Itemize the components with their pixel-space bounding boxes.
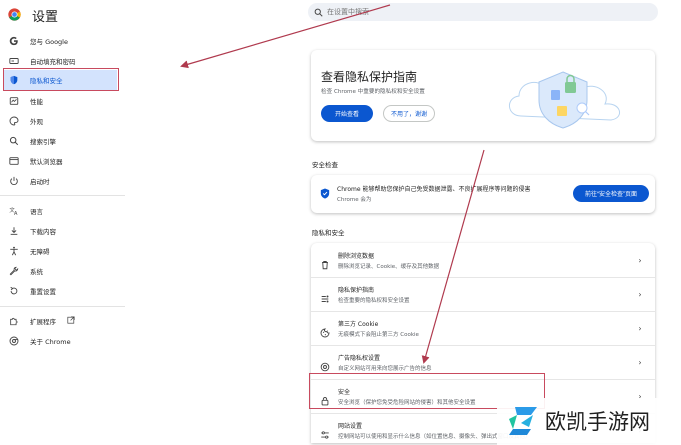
- search-icon: [314, 8, 323, 17]
- safety-shield-icon: [320, 188, 330, 199]
- safety-check-description: Chrome 能够帮助您保护自己免受数据泄露、不良扩展程序等问题的侵害: [337, 186, 531, 193]
- google-icon: [9, 36, 19, 46]
- sidebar-divider: [0, 306, 125, 307]
- privacy-nav-highlight-box: [3, 68, 119, 91]
- safety-check-card: Chrome 能够帮助您保护自己免受数据泄露、不良扩展程序等问题的侵害 Chro…: [311, 175, 655, 213]
- watermark-text: 欧凯手游网: [545, 410, 650, 434]
- browser-icon: [9, 156, 19, 166]
- no-thanks-button[interactable]: 不用了，谢谢: [383, 105, 435, 122]
- chevron-right-icon: ›: [638, 357, 642, 367]
- safety-check-heading: 安全检查: [312, 161, 338, 169]
- trash-icon: [320, 255, 330, 270]
- privacy-shield-illustration: [509, 71, 620, 129]
- watermark-logo-icon: [509, 407, 537, 435]
- search-box[interactable]: [308, 3, 658, 21]
- chevron-right-icon: ›: [638, 255, 642, 265]
- ad-privacy-icon: [320, 357, 330, 372]
- translate-icon: 文A: [9, 206, 19, 216]
- download-icon: [9, 226, 19, 236]
- wrench-icon: [9, 266, 19, 276]
- privacy-guide-description: 检查 Chrome 中重要的隐私权和安全设置: [321, 89, 425, 95]
- sidebar-item-default-browser[interactable]: 默认浏览器: [0, 151, 125, 171]
- reset-icon: [9, 286, 19, 296]
- sidebar-item-you-and-google[interactable]: 您与 Google: [0, 31, 125, 51]
- sidebar-item-reset-settings[interactable]: 重置设置: [0, 281, 125, 301]
- privacy-security-heading: 隐私和安全: [312, 229, 345, 237]
- svg-text:A: A: [14, 211, 18, 216]
- privacy-guide-title: 查看隐私保护指南: [321, 70, 418, 84]
- sidebar-item-accessibility[interactable]: 无障碍: [0, 241, 125, 261]
- sidebar-item-appearance[interactable]: 外观: [0, 111, 125, 131]
- sidebar-item-downloads[interactable]: 下载内容: [0, 221, 125, 241]
- search-icon: [9, 136, 19, 146]
- sidebar-item-on-startup[interactable]: 启动时: [0, 171, 125, 191]
- chevron-right-icon: ›: [638, 323, 642, 333]
- privacy-guide-card: 查看隐私保护指南 检查 Chrome 中重要的隐私权和安全设置 开始查看 不用了…: [311, 50, 655, 141]
- sidebar-item-about-chrome[interactable]: 关于 Chrome: [0, 331, 125, 351]
- row-clear-browsing-data[interactable]: 删除浏览数据 删除浏览记录、Cookie、缓存及其他数据 ›: [311, 244, 655, 277]
- start-review-button[interactable]: 开始查看: [321, 105, 373, 122]
- privacy-guide-icon: [320, 289, 330, 303]
- go-to-safety-check-button[interactable]: 前往“安全检查”页面: [573, 185, 649, 202]
- performance-icon: [9, 96, 19, 106]
- sidebar-item-search-engine[interactable]: 搜索引擎: [0, 131, 125, 151]
- sidebar-item-system[interactable]: 系统: [0, 261, 125, 281]
- cookie-icon: [320, 323, 330, 338]
- row-privacy-guide[interactable]: 隐私保护指南 检查重要的隐私权和安全设置 ›: [311, 278, 655, 311]
- sidebar-divider: [0, 195, 125, 196]
- sidebar-item-languages[interactable]: 文A 语言: [0, 201, 125, 221]
- chrome-icon: [9, 336, 19, 346]
- sidebar-item-extensions[interactable]: 扩展程序: [0, 311, 125, 331]
- palette-icon: [9, 116, 19, 126]
- row-third-party-cookies[interactable]: 第三方 Cookie 无痕模式下会阻止第三方 Cookie ›: [311, 312, 655, 345]
- extension-icon: [9, 316, 19, 326]
- power-icon: [9, 176, 19, 186]
- search-input[interactable]: [327, 8, 627, 16]
- accessibility-icon: [9, 246, 19, 256]
- sidebar-item-performance[interactable]: 性能: [0, 91, 125, 111]
- page-title: 设置: [32, 10, 59, 25]
- autofill-icon: [9, 56, 19, 66]
- external-link-icon[interactable]: [67, 316, 75, 324]
- safety-check-subtext: Chrome 会为: [337, 197, 372, 203]
- watermark: 欧凯手游网: [497, 398, 681, 445]
- site-settings-icon: [320, 425, 330, 439]
- chrome-logo-icon: [8, 8, 21, 21]
- chevron-right-icon: ›: [638, 289, 642, 299]
